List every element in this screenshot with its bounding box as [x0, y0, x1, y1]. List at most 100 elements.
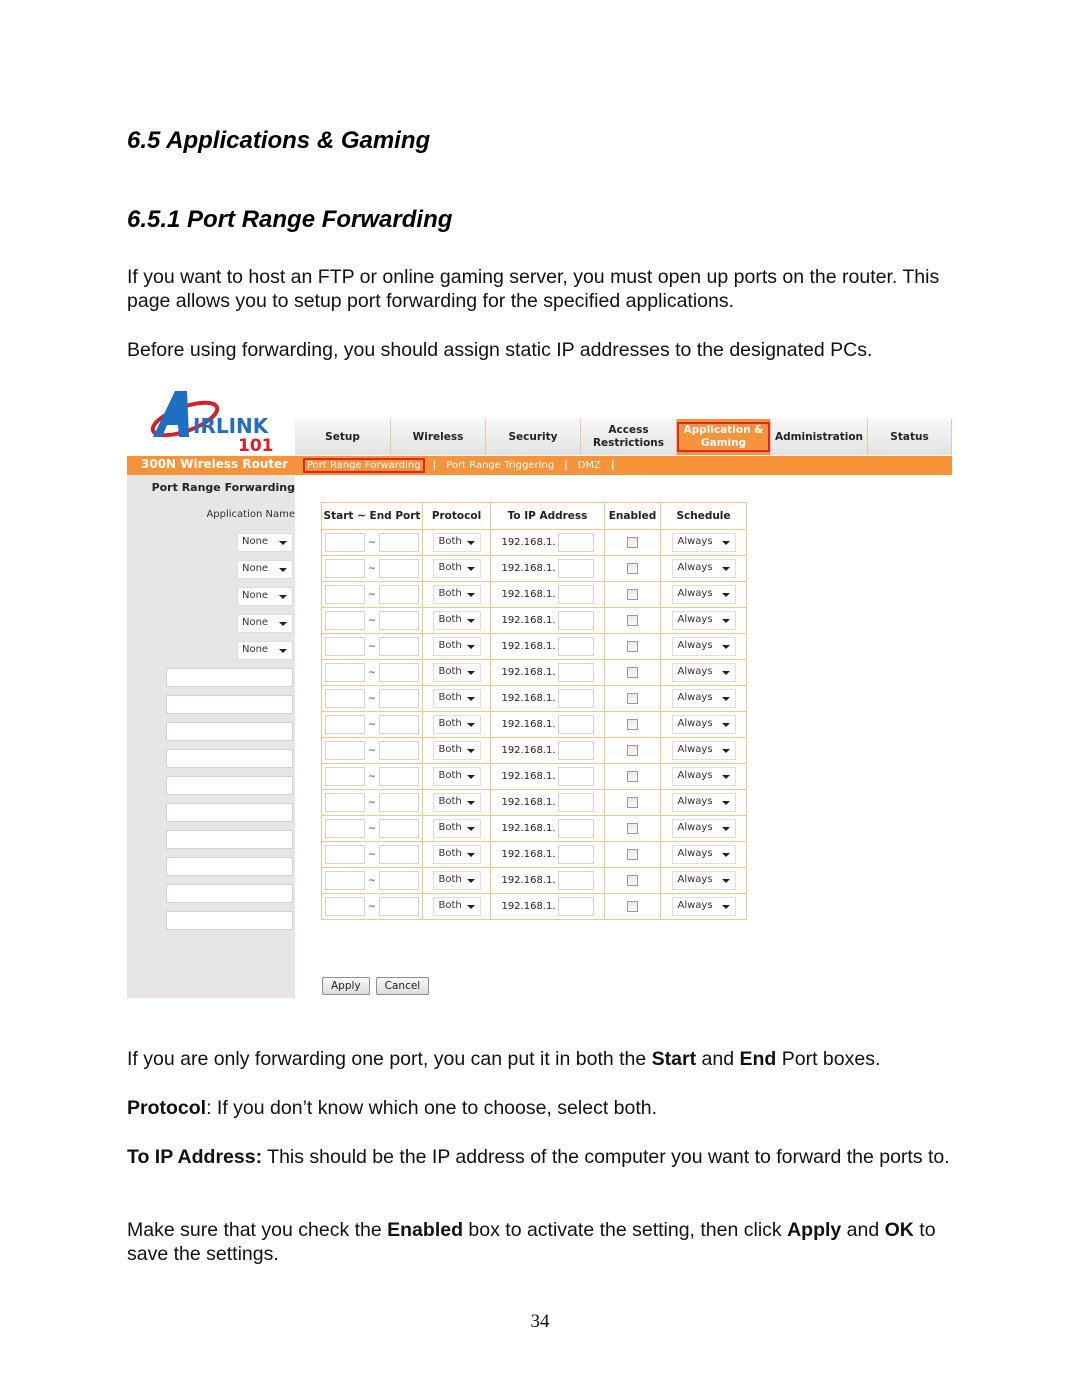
- apply-button[interactable]: Apply: [322, 977, 370, 995]
- schedule-select[interactable]: Always: [671, 715, 736, 734]
- application-name-input[interactable]: [166, 749, 293, 768]
- end-port-input[interactable]: [379, 897, 419, 916]
- ip-last-octet-input[interactable]: [557, 611, 594, 630]
- protocol-select[interactable]: Both: [432, 585, 481, 604]
- tab-wireless[interactable]: Wireless: [391, 419, 486, 455]
- enabled-checkbox[interactable]: [627, 745, 638, 756]
- application-name-input[interactable]: [166, 668, 293, 687]
- end-port-input[interactable]: [379, 689, 419, 708]
- start-port-input[interactable]: [325, 689, 365, 708]
- schedule-select[interactable]: Always: [671, 741, 736, 760]
- protocol-select[interactable]: Both: [432, 715, 481, 734]
- protocol-select[interactable]: Both: [432, 871, 481, 890]
- schedule-select[interactable]: Always: [671, 637, 736, 656]
- application-name-input[interactable]: [166, 884, 293, 903]
- schedule-select[interactable]: Always: [671, 611, 736, 630]
- schedule-select[interactable]: Always: [671, 819, 736, 838]
- application-select[interactable]: None: [237, 641, 293, 660]
- schedule-select[interactable]: Always: [671, 533, 736, 552]
- start-port-input[interactable]: [325, 871, 365, 890]
- enabled-checkbox[interactable]: [627, 641, 638, 652]
- application-select[interactable]: None: [237, 533, 293, 552]
- ip-last-octet-input[interactable]: [557, 897, 594, 916]
- start-port-input[interactable]: [325, 585, 365, 604]
- application-name-input[interactable]: [166, 857, 293, 876]
- protocol-select[interactable]: Both: [432, 897, 481, 916]
- application-name-input[interactable]: [166, 803, 293, 822]
- ip-last-octet-input[interactable]: [557, 637, 594, 656]
- schedule-select[interactable]: Always: [671, 845, 736, 864]
- ip-last-octet-input[interactable]: [557, 533, 594, 552]
- protocol-select[interactable]: Both: [432, 689, 481, 708]
- start-port-input[interactable]: [325, 819, 365, 838]
- end-port-input[interactable]: [379, 793, 419, 812]
- start-port-input[interactable]: [325, 741, 365, 760]
- end-port-input[interactable]: [379, 819, 419, 838]
- application-name-input[interactable]: [166, 776, 293, 795]
- start-port-input[interactable]: [325, 637, 365, 656]
- schedule-select[interactable]: Always: [671, 871, 736, 890]
- ip-last-octet-input[interactable]: [557, 585, 594, 604]
- tab-application-gaming[interactable]: Application & Gaming: [677, 419, 771, 455]
- enabled-checkbox[interactable]: [627, 589, 638, 600]
- protocol-select[interactable]: Both: [432, 845, 481, 864]
- schedule-select[interactable]: Always: [671, 585, 736, 604]
- enabled-checkbox[interactable]: [627, 563, 638, 574]
- schedule-select[interactable]: Always: [671, 689, 736, 708]
- ip-last-octet-input[interactable]: [557, 871, 594, 890]
- ip-last-octet-input[interactable]: [557, 767, 594, 786]
- application-name-input[interactable]: [166, 830, 293, 849]
- end-port-input[interactable]: [379, 845, 419, 864]
- enabled-checkbox[interactable]: [627, 797, 638, 808]
- schedule-select[interactable]: Always: [671, 897, 736, 916]
- end-port-input[interactable]: [379, 767, 419, 786]
- application-select[interactable]: None: [237, 614, 293, 633]
- start-port-input[interactable]: [325, 767, 365, 786]
- end-port-input[interactable]: [379, 637, 419, 656]
- application-select[interactable]: None: [237, 560, 293, 579]
- ip-last-octet-input[interactable]: [557, 689, 594, 708]
- ip-last-octet-input[interactable]: [557, 559, 594, 578]
- enabled-checkbox[interactable]: [627, 875, 638, 886]
- enabled-checkbox[interactable]: [627, 849, 638, 860]
- ip-last-octet-input[interactable]: [557, 845, 594, 864]
- protocol-select[interactable]: Both: [432, 611, 481, 630]
- schedule-select[interactable]: Always: [671, 559, 736, 578]
- enabled-checkbox[interactable]: [627, 901, 638, 912]
- enabled-checkbox[interactable]: [627, 667, 638, 678]
- ip-last-octet-input[interactable]: [557, 715, 594, 734]
- schedule-select[interactable]: Always: [671, 767, 736, 786]
- subtab-port-range-triggering[interactable]: Port Range Triggering: [444, 459, 556, 472]
- end-port-input[interactable]: [379, 559, 419, 578]
- start-port-input[interactable]: [325, 793, 365, 812]
- tab-access-restrictions[interactable]: Access Restrictions: [581, 419, 677, 455]
- start-port-input[interactable]: [325, 611, 365, 630]
- protocol-select[interactable]: Both: [432, 741, 481, 760]
- protocol-select[interactable]: Both: [432, 793, 481, 812]
- subtab-dmz[interactable]: DMZ: [576, 459, 603, 472]
- application-select[interactable]: None: [237, 587, 293, 606]
- enabled-checkbox[interactable]: [627, 693, 638, 704]
- end-port-input[interactable]: [379, 741, 419, 760]
- protocol-select[interactable]: Both: [432, 819, 481, 838]
- start-port-input[interactable]: [325, 715, 365, 734]
- ip-last-octet-input[interactable]: [557, 741, 594, 760]
- application-name-input[interactable]: [166, 911, 293, 930]
- enabled-checkbox[interactable]: [627, 719, 638, 730]
- start-port-input[interactable]: [325, 559, 365, 578]
- enabled-checkbox[interactable]: [627, 823, 638, 834]
- ip-last-octet-input[interactable]: [557, 793, 594, 812]
- start-port-input[interactable]: [325, 845, 365, 864]
- enabled-checkbox[interactable]: [627, 771, 638, 782]
- end-port-input[interactable]: [379, 871, 419, 890]
- schedule-select[interactable]: Always: [671, 793, 736, 812]
- protocol-select[interactable]: Both: [432, 663, 481, 682]
- ip-last-octet-input[interactable]: [557, 819, 594, 838]
- tab-security[interactable]: Security: [486, 419, 581, 455]
- cancel-button[interactable]: Cancel: [375, 977, 430, 995]
- end-port-input[interactable]: [379, 585, 419, 604]
- subtab-port-range-forwarding[interactable]: Port Range Forwarding: [303, 458, 425, 473]
- end-port-input[interactable]: [379, 715, 419, 734]
- ip-last-octet-input[interactable]: [557, 663, 594, 682]
- protocol-select[interactable]: Both: [432, 767, 481, 786]
